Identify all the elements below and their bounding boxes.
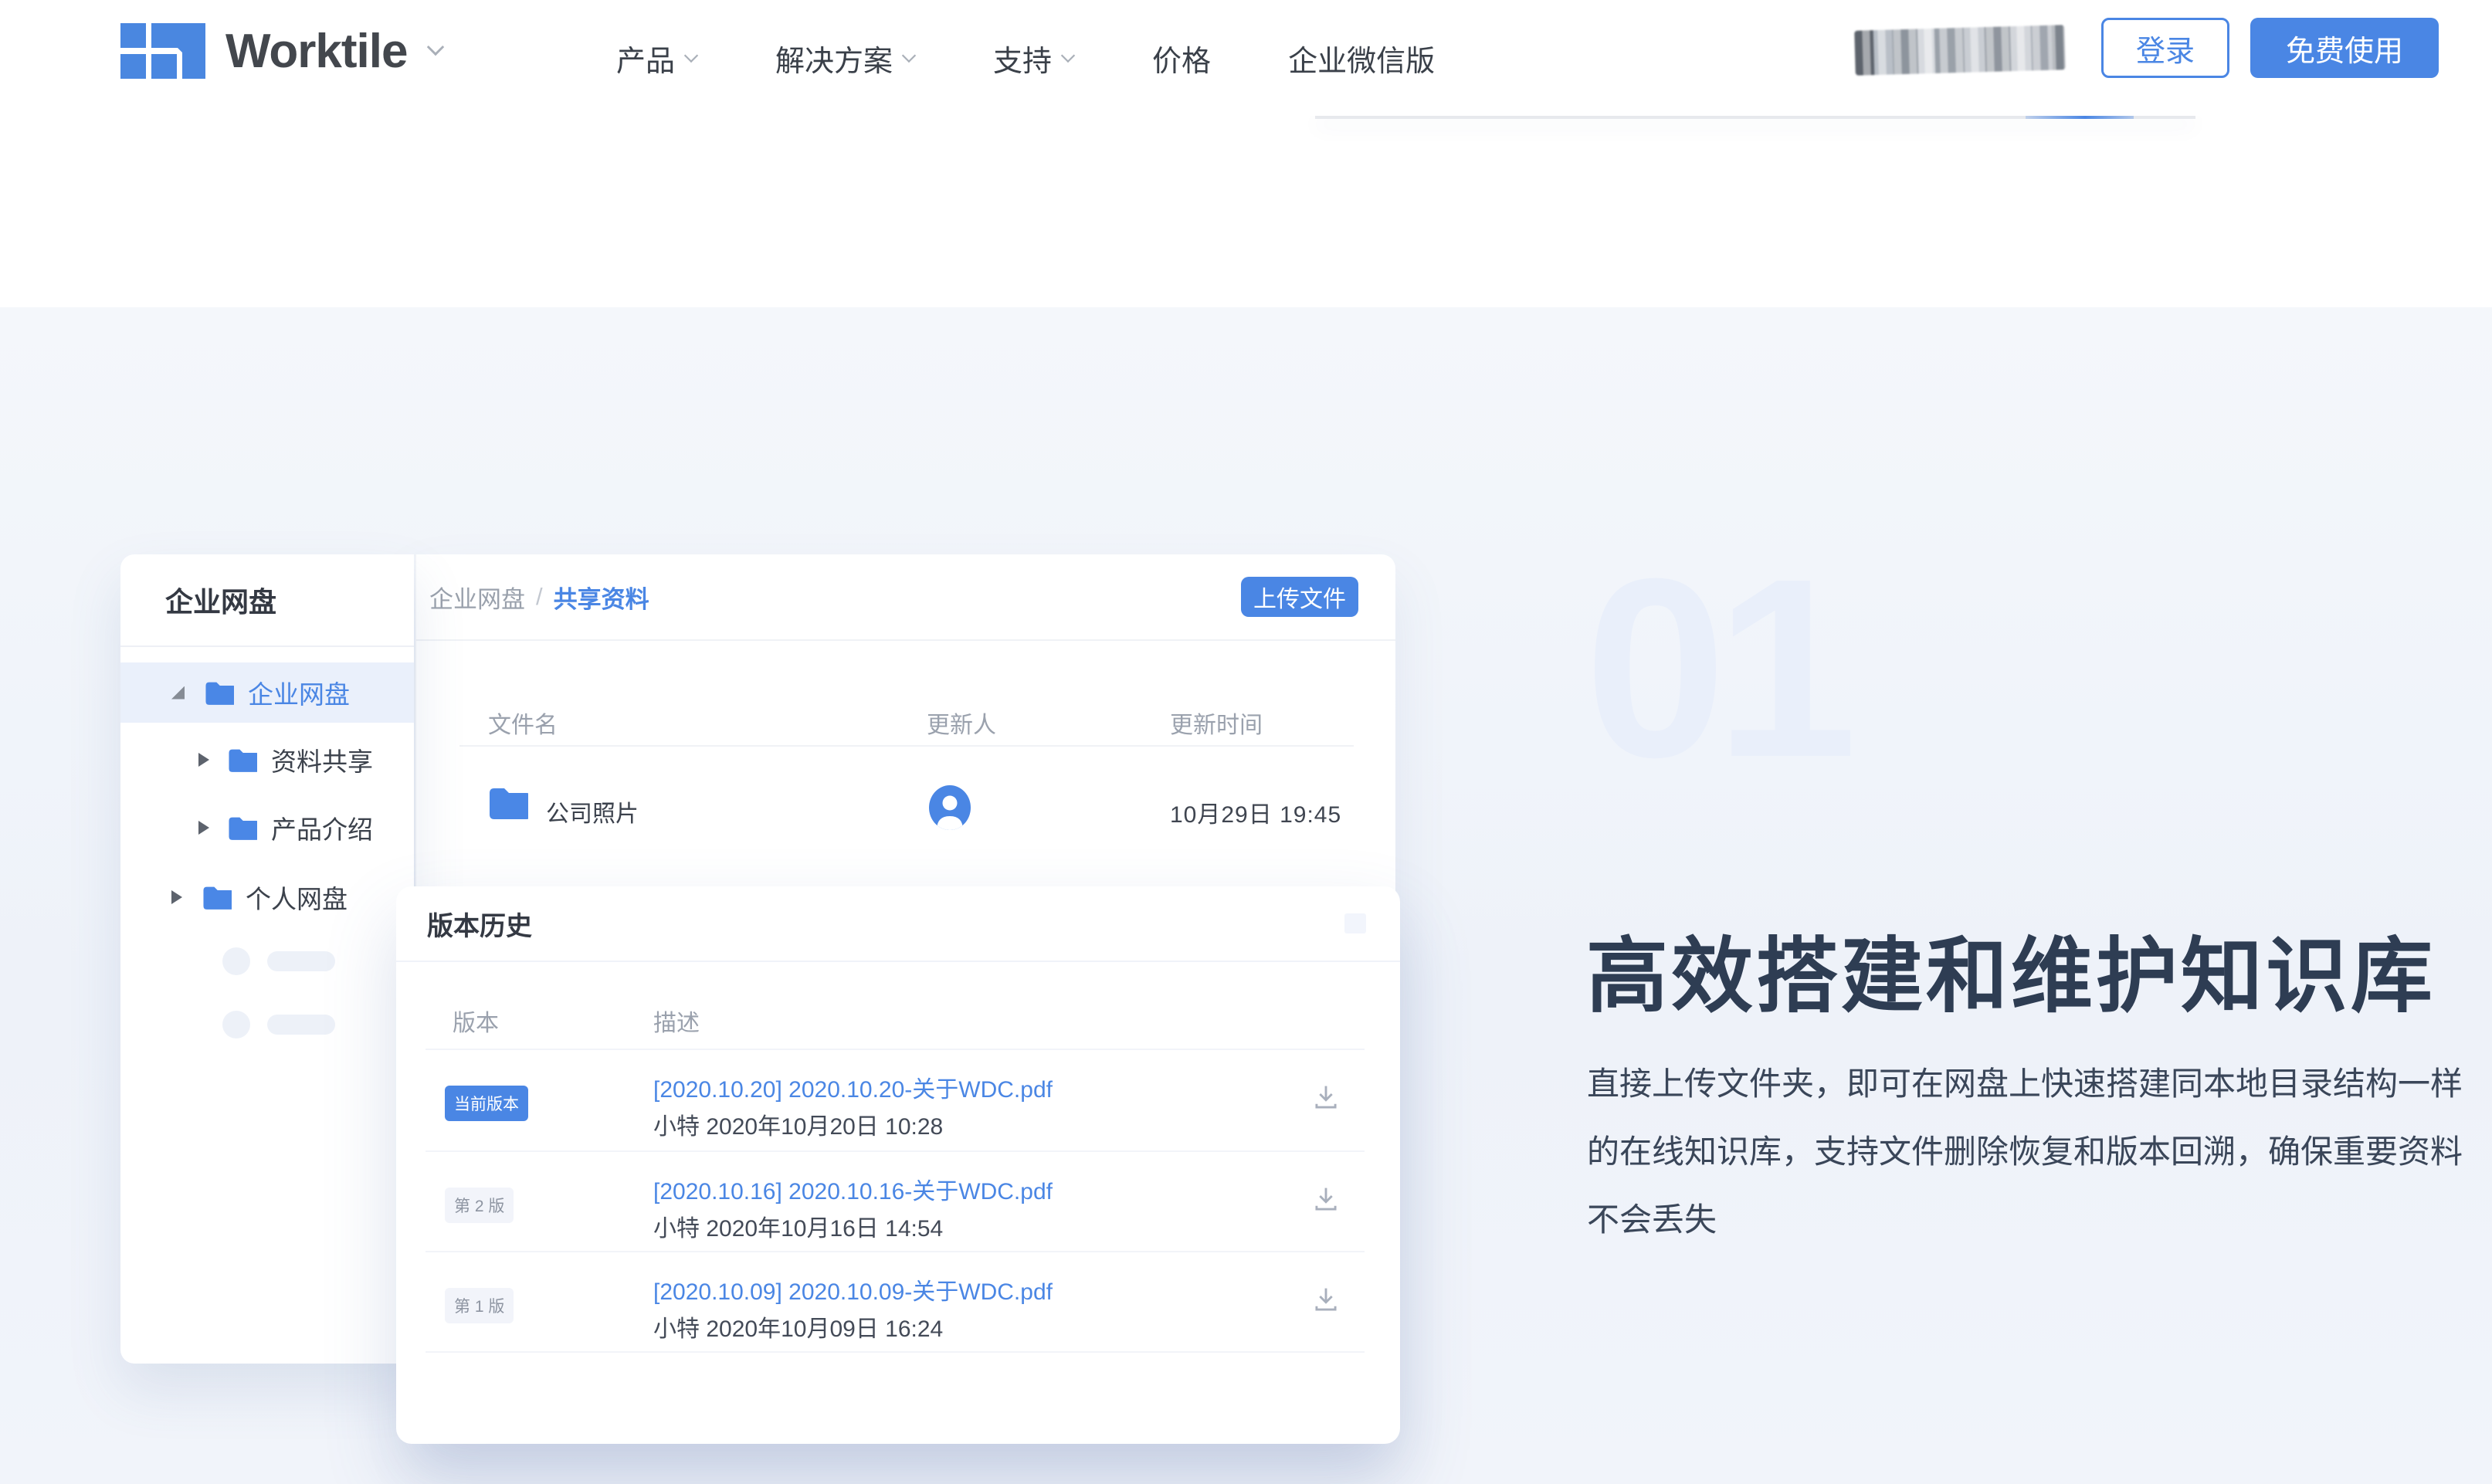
breadcrumb-root[interactable]: 企业网盘 (429, 580, 525, 615)
nav-item-pricing[interactable]: 价格 (1152, 37, 1211, 80)
person-icon (929, 785, 971, 830)
version-file-link[interactable]: [2020.10.20] 2020.10.20-关于WDC.pdf (653, 1070, 1053, 1104)
file-name: 公司照片 (546, 795, 639, 828)
column-header-description: 描述 (653, 1004, 700, 1038)
page: Worktile 产品 解决方案 支持 价格 企业微信版 登 (0, 0, 2492, 1484)
caret-collapsed-icon[interactable] (198, 821, 209, 835)
tree-item-label: 资料共享 (271, 741, 373, 778)
folder-icon (202, 886, 232, 910)
folder-icon (205, 681, 234, 705)
version-badge: 第 2 版 (445, 1188, 514, 1223)
worktile-logo-text: Worktile (225, 24, 407, 79)
folder-icon (228, 816, 257, 840)
login-button[interactable]: 登录 (2101, 18, 2229, 78)
blurred-phone-number (1854, 25, 2066, 76)
version-badge: 第 1 版 (445, 1288, 514, 1323)
main-nav: 产品 解决方案 支持 价格 企业微信版 (616, 0, 1435, 116)
tree-item-product-intro[interactable]: 产品介绍 (120, 798, 414, 858)
skeleton-circle (222, 1011, 250, 1038)
nav-item-label: 价格 (1152, 37, 1211, 80)
version-row: 当前版本 [2020.10.20] 2020.10.20-关于WDC.pdf 小… (396, 1050, 1400, 1149)
updater-avatar (929, 785, 971, 830)
nav-item-label: 产品 (616, 37, 675, 80)
logo-chevron-down-icon (427, 39, 444, 56)
version-history-modal: 版本历史 版本 描述 当前版本 [2020.10.20] 2020.10.20-… (396, 886, 1400, 1444)
nav-item-solutions[interactable]: 解决方案 (775, 37, 916, 80)
breadcrumb-current[interactable]: 共享资料 (554, 580, 649, 615)
caret-collapsed-icon[interactable] (198, 753, 209, 767)
sidebar-title: 企业网盘 (120, 554, 414, 647)
skeleton-circle (222, 947, 250, 975)
top-navbar: Worktile 产品 解决方案 支持 价格 企业微信版 登 (0, 0, 2492, 116)
modal-title: 版本历史 (427, 905, 532, 943)
files-topbar: 企业网盘 / 共享资料 上传文件 (416, 554, 1395, 641)
version-file-link[interactable]: [2020.10.16] 2020.10.16-关于WDC.pdf (653, 1172, 1053, 1206)
skeleton-bar (267, 951, 335, 971)
download-icon[interactable] (1309, 1283, 1343, 1317)
tree-item-personal-disk[interactable]: 个人网盘 (120, 867, 414, 927)
tree-item-label: 产品介绍 (271, 809, 373, 846)
chevron-down-icon (1061, 49, 1075, 63)
free-use-button[interactable]: 免费使用 (2250, 18, 2439, 78)
breadcrumb-separator: / (536, 583, 543, 611)
file-row-company-photos[interactable]: 公司照片 10月29日 19:45 (416, 747, 1395, 870)
folder-icon (488, 787, 528, 819)
nav-item-label: 支持 (993, 37, 1052, 80)
upload-file-button[interactable]: 上传文件 (1241, 577, 1358, 617)
modal-corner-icon (1344, 913, 1366, 933)
netdisk-sidebar-panel: 企业网盘 企业网盘 资料共享 产品介绍 (120, 554, 414, 1364)
version-file-link[interactable]: [2020.10.09] 2020.10.09-关于WDC.pdf (653, 1272, 1053, 1306)
worktile-logo[interactable]: Worktile (120, 19, 444, 83)
nav-item-wechat-edition[interactable]: 企业微信版 (1288, 37, 1435, 80)
feature-title: 高效搭建和维护知识库 (1586, 910, 2436, 1028)
version-meta: 小特 2020年10月16日 14:54 (653, 1209, 943, 1243)
worktile-logo-icon (120, 23, 205, 79)
column-header-version: 版本 (453, 1004, 499, 1038)
chevron-down-icon (902, 49, 916, 63)
caret-collapsed-icon[interactable] (171, 890, 182, 904)
column-header-updater: 更新人 (927, 706, 996, 740)
breadcrumb: 企业网盘 / 共享资料 (429, 580, 649, 615)
tree-item-label: 个人网盘 (246, 879, 348, 916)
skeleton-row (222, 947, 335, 975)
download-icon[interactable] (1309, 1183, 1343, 1217)
version-row: 第 2 版 [2020.10.16] 2020.10.16-关于WDC.pdf … (396, 1152, 1400, 1251)
version-meta: 小特 2020年10月20日 10:28 (653, 1107, 943, 1141)
nav-item-label: 解决方案 (775, 37, 893, 80)
row-divider (426, 1351, 1365, 1353)
chevron-down-icon (684, 49, 698, 63)
version-row: 第 1 版 [2020.10.09] 2020.10.09-关于WDC.pdf … (396, 1252, 1400, 1351)
download-icon[interactable] (1309, 1081, 1343, 1115)
skeleton-row (222, 1011, 335, 1038)
tree-item-label: 企业网盘 (248, 674, 350, 711)
column-header-filename: 文件名 (488, 706, 558, 740)
skeleton-bar (267, 1015, 335, 1035)
modal-header: 版本历史 (396, 886, 1400, 962)
feature-index-watermark: 01 (1585, 540, 1846, 795)
folder-icon (228, 748, 257, 772)
file-updated-time: 10月29日 19:45 (1170, 795, 1341, 829)
nav-item-support[interactable]: 支持 (993, 37, 1075, 80)
version-meta: 小特 2020年10月09日 16:24 (653, 1310, 943, 1343)
tree-item-enterprise-disk[interactable]: 企业网盘 (120, 662, 414, 723)
tree-item-shared-docs[interactable]: 资料共享 (120, 730, 414, 790)
nav-item-products[interactable]: 产品 (616, 37, 698, 80)
caret-expanded-icon[interactable] (171, 686, 185, 700)
column-header-updated-time: 更新时间 (1170, 706, 1263, 740)
version-badge-current: 当前版本 (445, 1086, 528, 1121)
feature-description: 直接上传文件夹，即可在网盘上快速搭建同本地目录结构一样 的在线知识库，支持文件删… (1587, 1050, 2467, 1254)
nav-item-label: 企业微信版 (1288, 37, 1435, 80)
